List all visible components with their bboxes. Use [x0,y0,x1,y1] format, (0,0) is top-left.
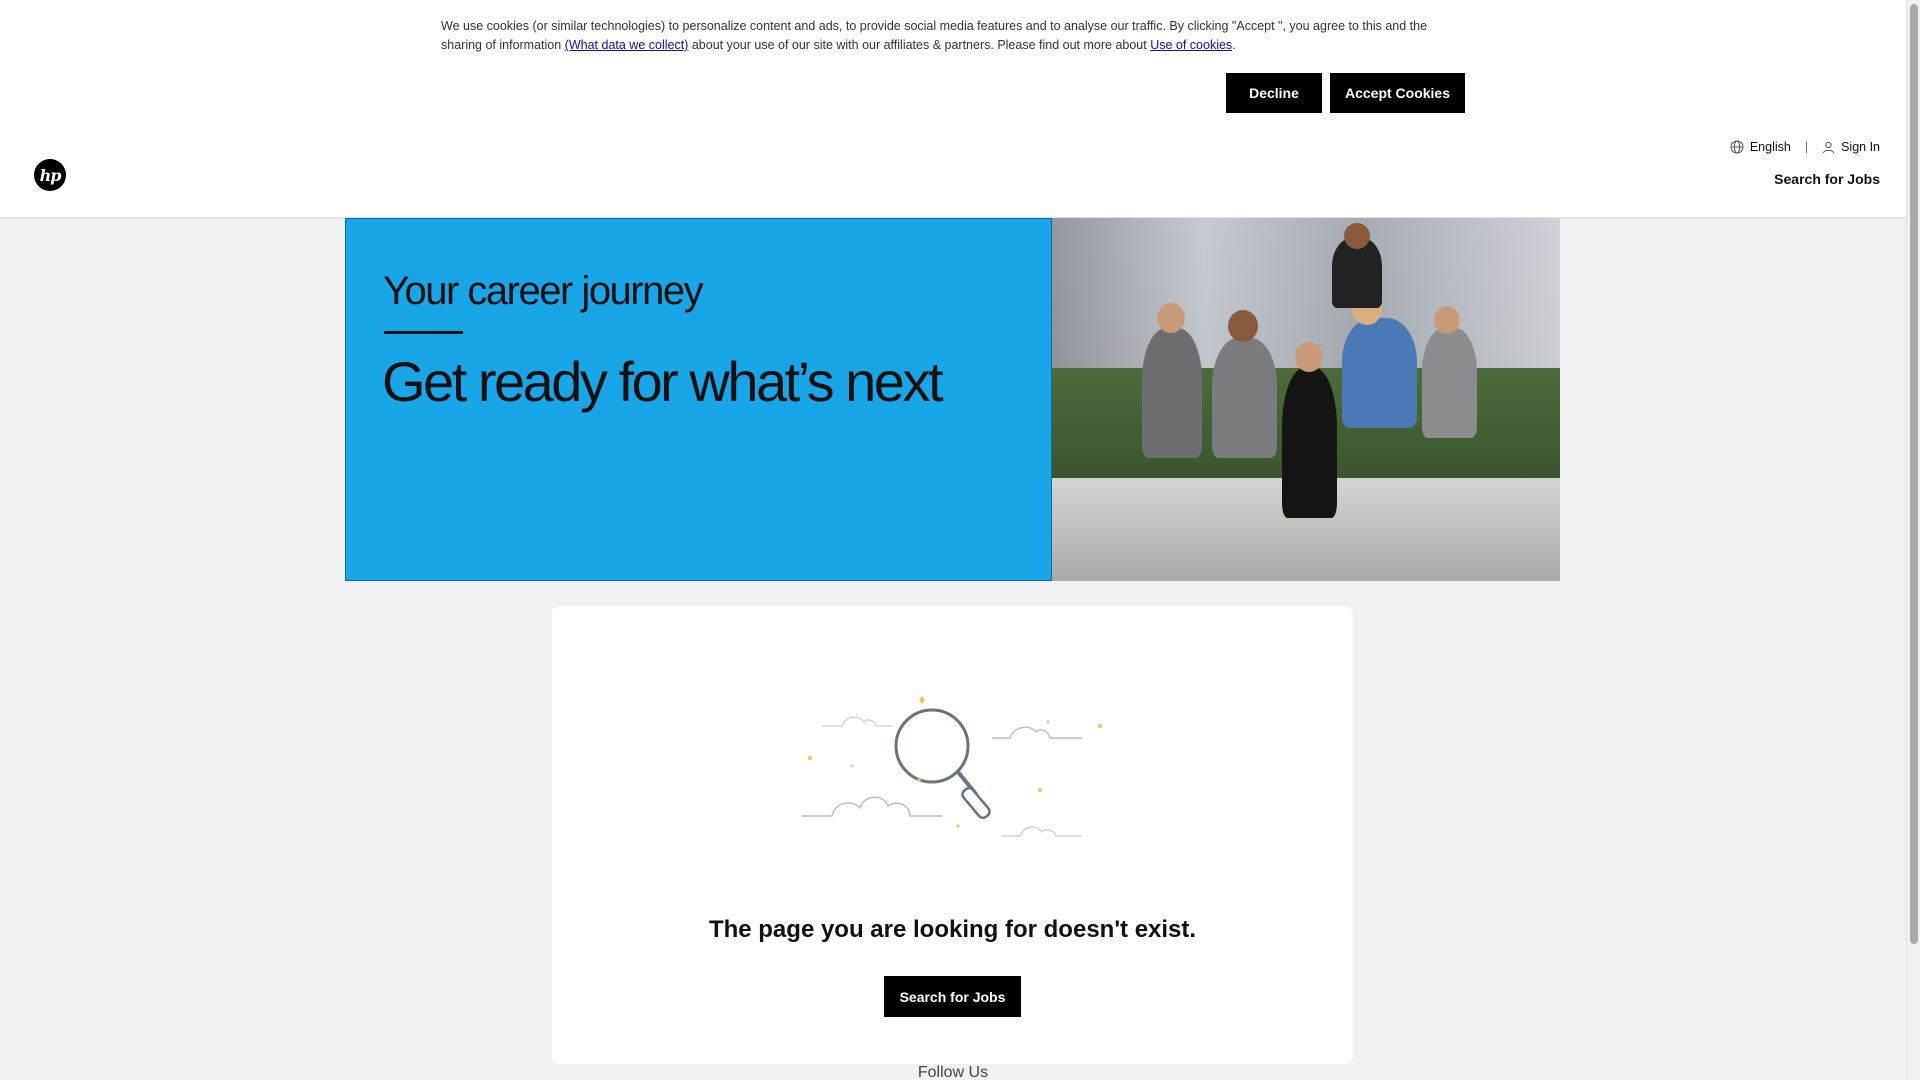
language-label: English [1749,140,1791,154]
hero-banner: Your career journey Get ready for what’s… [345,218,1560,581]
language-selector[interactable]: English [1730,140,1791,154]
photo-head [1344,223,1370,249]
hp-logo-text: hp [39,165,62,185]
accept-cookies-button[interactable]: Accept Cookies [1330,73,1465,113]
photo-person [1282,368,1337,518]
error-card: The page you are looking for doesn't exi… [552,606,1353,1064]
photo-head [1157,303,1185,333]
error-message: The page you are looking for doesn't exi… [708,916,1197,943]
scrollbar-thumb[interactable] [1910,4,1918,944]
cookie-notice-text: We use cookies (or similar technologies)… [441,17,1471,55]
hero-divider [384,331,463,334]
site-header: hp English | Sign In Search for Jobs [0,130,1906,218]
what-data-we-collect-link[interactable]: (What data we collect) [565,38,689,52]
sign-in-link[interactable]: Sign In [1822,140,1880,154]
photo-person [1342,318,1417,428]
search-jobs-button[interactable]: Search for Jobs [884,976,1021,1017]
photo-head [1228,310,1258,342]
sign-in-label: Sign In [1841,140,1880,154]
header-search-jobs-link[interactable]: Search for Jobs [1774,171,1880,187]
cookie-text-part3: . [1232,38,1236,52]
photo-person [1142,328,1202,458]
hero-subtitle: Your career journey [383,269,704,313]
follow-us-heading: Follow Us [917,1064,989,1080]
hero-text-panel: Your career journey Get ready for what’s… [345,218,1052,581]
globe-icon [1730,140,1744,154]
hero-title: Get ready for what’s next [382,350,944,413]
magnifier-illustration [802,696,1102,837]
use-of-cookies-link[interactable]: Use of cookies [1150,38,1232,52]
photo-head [1434,306,1460,334]
photo-person [1422,328,1477,438]
header-utility-nav: English | Sign In [1730,140,1880,154]
photo-head [1295,342,1323,372]
page: We use cookies (or similar technologies)… [0,0,1920,1080]
nav-separator: | [1804,140,1809,154]
cookie-text-part2: about your use of our site with our affi… [688,38,1151,52]
photo-person [1212,338,1277,458]
user-icon [1823,141,1835,153]
page-scrollbar[interactable] [1906,0,1920,1080]
decline-button[interactable]: Decline [1226,73,1322,113]
hero-photo [1052,218,1560,581]
cookie-banner: We use cookies (or similar technologies)… [0,0,1906,130]
hp-logo[interactable]: hp [34,159,66,191]
